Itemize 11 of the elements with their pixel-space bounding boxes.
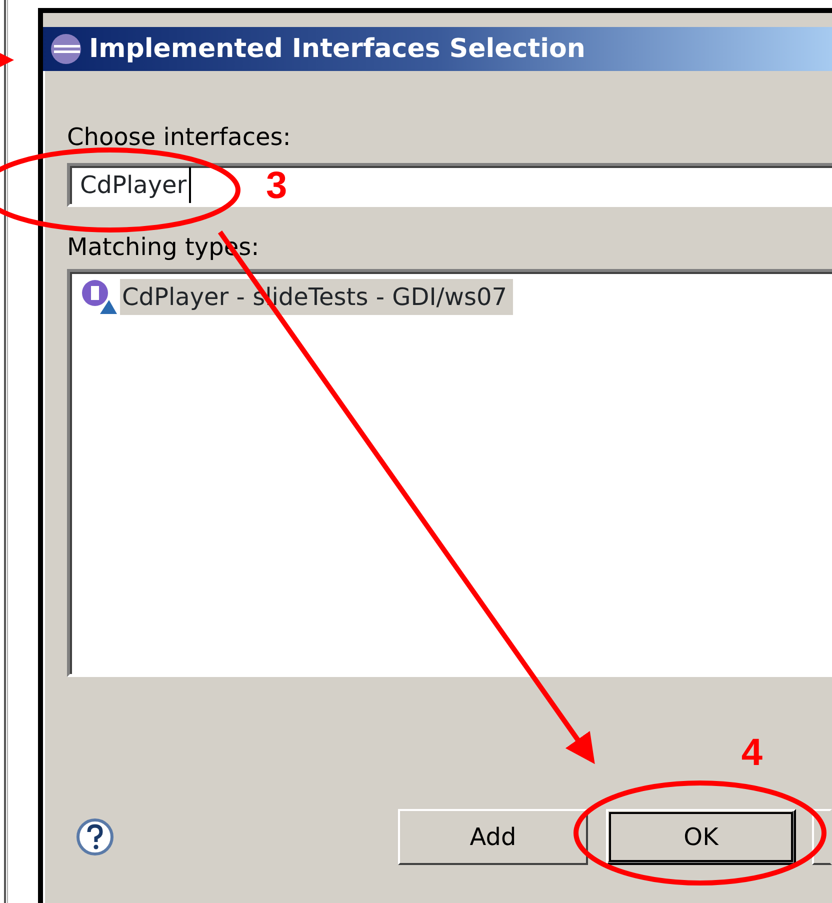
interface-icon <box>80 278 118 316</box>
field-label: Choose interfaces: <box>67 122 292 153</box>
step-number: 3 <box>266 166 288 206</box>
window-title: Implemented Interfaces Selection <box>89 34 586 64</box>
app-logo-icon <box>49 32 83 66</box>
step-number: 4 <box>741 732 763 774</box>
filter-input-field[interactable]: CdPlayer 3 <box>67 163 832 207</box>
help-icon[interactable] <box>75 817 115 857</box>
cut-off-button[interactable] <box>812 809 832 865</box>
dialog-button[interactable]: Add <box>398 809 588 865</box>
dialog-button[interactable]: OK <box>606 809 796 865</box>
